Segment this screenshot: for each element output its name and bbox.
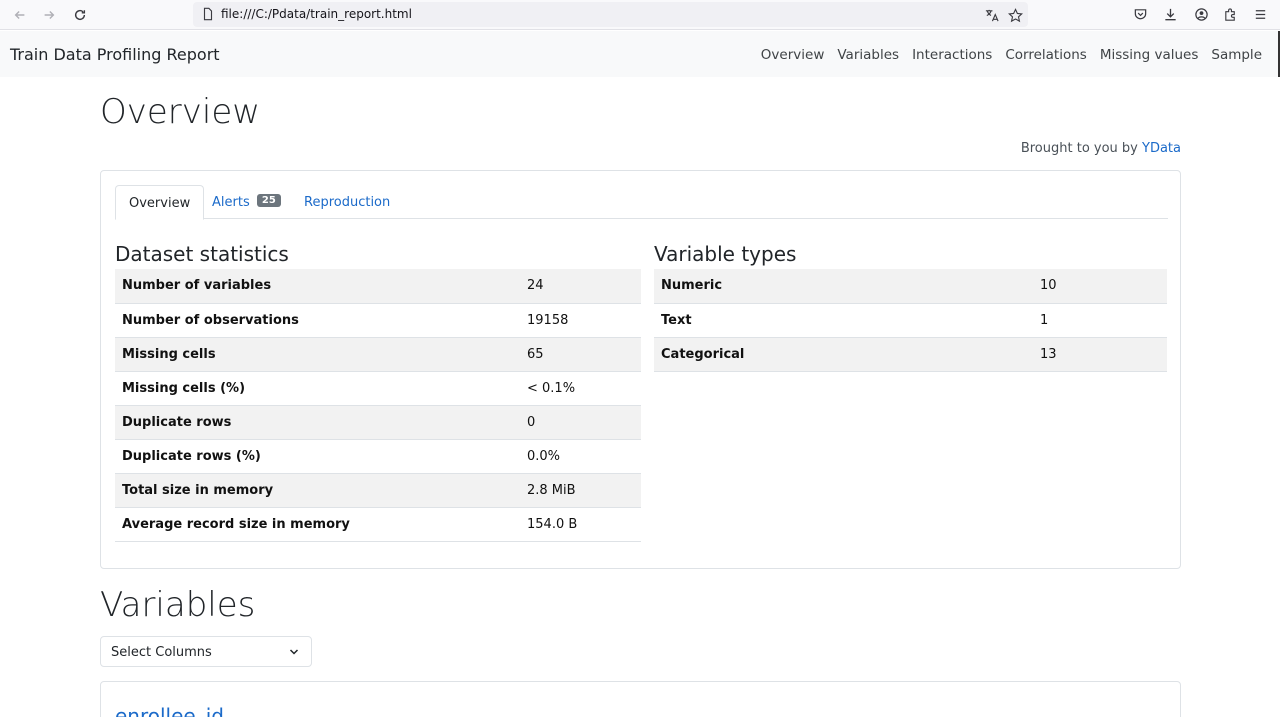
dataset-stat-value: 2.8 MiB xyxy=(527,482,576,498)
extensions-icon[interactable] xyxy=(1221,5,1239,23)
dataset-stat-value: < 0.1% xyxy=(527,380,576,396)
variable-type-row: Categorical 13 xyxy=(654,337,1167,371)
dataset-stat-value: 65 xyxy=(527,346,544,362)
variable-type-value: 1 xyxy=(1040,312,1049,328)
variable-name-link[interactable]: enrollee_id xyxy=(115,704,224,717)
nav-link-missing-values[interactable]: Missing values xyxy=(1100,47,1199,63)
bookmark-star-icon[interactable] xyxy=(1006,6,1024,24)
nav-links: Overview Variables Interactions Correlat… xyxy=(761,47,1262,63)
brought-to-you: Brought to you by YData xyxy=(1021,141,1181,156)
variable-type-label: Text xyxy=(661,312,692,328)
tab-alerts-label: Alerts xyxy=(212,195,250,210)
dataset-statistics-table: Number of variables 24 Number of observati… xyxy=(115,269,641,542)
dataset-stat-row: Number of variables 24 xyxy=(115,269,641,303)
select-columns-dropdown[interactable]: Select Columns xyxy=(100,636,312,667)
tab-reproduction-label: Reproduction xyxy=(304,195,391,210)
dataset-stat-label: Total size in memory xyxy=(122,482,274,498)
dataset-stat-value: 0.0% xyxy=(527,448,561,464)
nav-link-interactions[interactable]: Interactions xyxy=(912,47,992,63)
dataset-stat-value: 19158 xyxy=(527,312,569,328)
tab-reproduction[interactable]: Reproduction xyxy=(291,185,403,219)
dataset-stat-row: Duplicate rows (%) 0.0% xyxy=(115,439,641,473)
overview-heading: Overview xyxy=(100,92,261,132)
dataset-stat-value: 24 xyxy=(527,278,544,294)
dataset-stat-row: Duplicate rows 0 xyxy=(115,405,641,439)
dataset-stat-label: Duplicate rows xyxy=(122,414,232,430)
dataset-stat-row: Missing cells 65 xyxy=(115,337,641,371)
ydata-link[interactable]: YData xyxy=(1142,141,1181,156)
dataset-statistics-title: Dataset statistics xyxy=(115,242,289,266)
dataset-stat-label: Number of observations xyxy=(122,312,299,328)
pocket-icon[interactable] xyxy=(1131,5,1149,23)
tab-alerts[interactable]: Alerts 25 xyxy=(199,185,294,219)
dataset-stat-row: Missing cells (%) < 0.1% xyxy=(115,371,641,405)
forward-icon[interactable] xyxy=(38,4,60,26)
translate-icon[interactable] xyxy=(982,6,1000,24)
tab-overview[interactable]: Overview xyxy=(115,185,205,220)
variable-types-title: Variable types xyxy=(654,242,797,266)
report-brand[interactable]: Train Data Profiling Report xyxy=(10,45,220,64)
nav-link-sample[interactable]: Sample xyxy=(1211,47,1262,63)
dataset-stat-label: Missing cells xyxy=(122,346,216,362)
variable-type-value: 13 xyxy=(1040,346,1057,362)
dataset-stat-row: Average record size in memory 154.0 B xyxy=(115,507,641,541)
select-columns-label: Select Columns xyxy=(111,645,212,660)
dataset-stat-row: Number of observations 19158 xyxy=(115,303,641,337)
nav-link-variables[interactable]: Variables xyxy=(837,47,899,63)
dataset-stat-value: 0 xyxy=(527,414,536,430)
back-icon[interactable] xyxy=(9,4,31,26)
menu-icon[interactable] xyxy=(1251,5,1269,23)
account-icon[interactable] xyxy=(1192,5,1210,23)
address-bar[interactable]: file:///C:/Pdata/train_report.html xyxy=(193,2,1028,27)
dataset-stat-label: Average record size in memory xyxy=(122,516,350,532)
download-icon[interactable] xyxy=(1161,5,1179,23)
dataset-stat-label: Number of variables xyxy=(122,278,272,294)
overview-card: Overview Alerts 25 Reproduction Dataset … xyxy=(100,170,1181,569)
variable-card: enrollee_id xyxy=(100,681,1181,717)
url-text: file:///C:/Pdata/train_report.html xyxy=(221,7,412,21)
brought-prefix: Brought to you by xyxy=(1020,141,1138,156)
browser-toolbar: file:///C:/Pdata/train_report.html xyxy=(0,0,1280,30)
alerts-count-badge: 25 xyxy=(256,194,281,207)
nav-link-overview[interactable]: Overview xyxy=(761,47,825,63)
variable-type-row: Numeric 10 xyxy=(654,269,1167,303)
dataset-stat-value: 154.0 B xyxy=(527,516,578,532)
variable-type-value: 10 xyxy=(1040,278,1057,294)
dataset-stat-label: Duplicate rows (%) xyxy=(122,448,261,464)
tab-overview-label: Overview xyxy=(129,196,191,211)
page-icon xyxy=(203,7,213,21)
variable-type-label: Categorical xyxy=(661,346,745,362)
variable-types-table: Numeric 10 Text 1 Categorical 13 xyxy=(654,269,1167,372)
chevron-down-icon xyxy=(289,649,299,655)
overview-tabs: Overview Alerts 25 Reproduction xyxy=(115,185,1168,220)
variable-type-row: Text 1 xyxy=(654,303,1167,337)
nav-link-correlations[interactable]: Correlations xyxy=(1005,47,1086,63)
variables-heading: Variables xyxy=(100,585,256,625)
dataset-stat-label: Missing cells (%) xyxy=(122,380,246,396)
report-navbar: Train Data Profiling Report Overview Var… xyxy=(0,31,1280,77)
dataset-stat-row: Total size in memory 2.8 MiB xyxy=(115,473,641,507)
reload-icon[interactable] xyxy=(69,4,91,26)
variable-type-label: Numeric xyxy=(661,278,723,294)
